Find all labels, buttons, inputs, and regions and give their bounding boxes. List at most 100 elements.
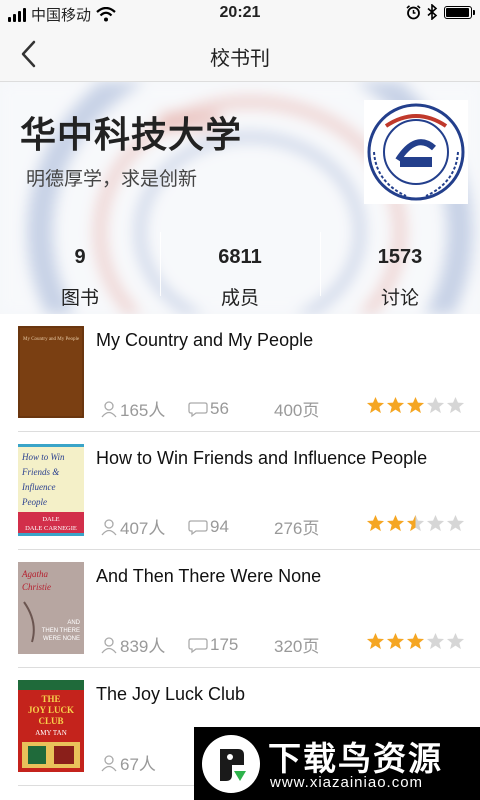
comment-icon	[188, 637, 208, 653]
svg-text:Christie: Christie	[22, 582, 51, 592]
university-emblem-icon	[364, 100, 468, 204]
watermark-logo-icon	[202, 735, 260, 793]
svg-text:Influence: Influence	[21, 482, 55, 492]
star-icon	[366, 396, 385, 414]
school-header: 华中科技大学 明德厚学，求是创新 9 图书 6811 成员 1573 讨论	[0, 82, 480, 314]
readers-value: 407人	[120, 519, 166, 538]
book-item[interactable]: How to Win Friends & Influence People DA…	[18, 432, 480, 550]
star-icon	[406, 514, 425, 532]
svg-text:DALE: DALE	[42, 516, 59, 523]
book-meta: 407人 94 276页	[100, 514, 366, 539]
readers-value: 67人	[120, 755, 156, 774]
cover-title: My Country and My People	[23, 337, 80, 342]
comments-count: 175	[188, 635, 274, 655]
comment-icon	[188, 519, 208, 535]
page-count: 276页	[274, 519, 320, 538]
readers-value: 839人	[120, 637, 166, 656]
book-title: The Joy Luck Club	[96, 684, 246, 704]
school-motto: 明德厚学，求是创新	[26, 169, 198, 190]
comments-value: 175	[210, 634, 239, 654]
svg-text:People: People	[21, 497, 47, 507]
star-icon	[366, 632, 385, 650]
star-icon	[406, 396, 425, 414]
page-count: 400页	[274, 401, 320, 420]
star-icon	[386, 632, 405, 650]
bluetooth-icon	[427, 4, 438, 20]
page-count: 320页	[274, 637, 320, 656]
comments-value: 94	[210, 516, 229, 536]
comments-value: 56	[210, 398, 229, 418]
book-cover-image: How to Win Friends & Influence People DA…	[18, 444, 84, 536]
star-icon	[406, 632, 425, 650]
cover-author: AMY TAN	[35, 729, 67, 737]
book-meta: 67人	[100, 750, 188, 775]
svg-text:CLUB: CLUB	[38, 716, 63, 726]
page-title: 校书刊	[210, 48, 270, 70]
battery-fill	[446, 7, 469, 17]
readers-count: 165人	[100, 396, 188, 421]
star-icon	[426, 514, 445, 532]
nav-bar: 校书刊	[0, 26, 480, 82]
svg-text:JOY LUCK: JOY LUCK	[28, 705, 74, 715]
book-item[interactable]: Agatha Christie AND THEN THERE WERE NONE…	[18, 550, 480, 668]
book-meta: 839人 175 320页	[100, 632, 366, 657]
book-item[interactable]: My Country and My People My Country and …	[18, 314, 480, 432]
stat-value: 6811	[218, 246, 262, 268]
readers-value: 165人	[120, 401, 166, 420]
book-cover-image: My Country and My People	[18, 326, 84, 418]
stat-books[interactable]: 9 图书	[0, 232, 160, 312]
book-title: My Country and My People	[96, 330, 314, 350]
comments-count: 56	[188, 399, 274, 419]
star-icon	[446, 632, 465, 650]
svg-text:Friends &: Friends &	[21, 467, 59, 477]
book-meta: 165人 56 400页	[100, 396, 366, 421]
book-list: My Country and My People My Country and …	[0, 314, 480, 786]
star-icon	[386, 514, 405, 532]
stat-label: 图书	[60, 288, 99, 309]
person-icon	[101, 636, 117, 653]
stat-label: 成员	[220, 288, 259, 309]
star-icon	[366, 514, 385, 532]
stats-row: 9 图书 6811 成员 1573 讨论	[0, 232, 480, 312]
person-icon	[101, 400, 117, 417]
watermark-title: 下载鸟资源	[268, 740, 443, 777]
stat-value: 1573	[377, 246, 423, 268]
readers-count: 407人	[100, 514, 188, 539]
alarm-icon	[406, 4, 421, 19]
stat-label: 讨论	[380, 288, 419, 309]
svg-text:THEN THERE: THEN THERE	[42, 628, 80, 634]
readers-count: 839人	[100, 632, 188, 657]
comments-count: 94	[188, 517, 274, 537]
book-cover-image: THE JOY LUCK CLUB AMY TAN	[18, 680, 84, 772]
comment-icon	[188, 401, 208, 417]
star-icon	[426, 632, 445, 650]
watermark-url: www.xiazainiao.com	[270, 774, 424, 791]
svg-text:Agatha: Agatha	[21, 569, 48, 579]
svg-text:WERE NONE: WERE NONE	[43, 636, 80, 642]
readers-count: 67人	[100, 750, 188, 775]
cover-author: DALE CARNEGIE	[25, 525, 77, 532]
person-icon	[101, 518, 117, 535]
school-name: 华中科技大学	[20, 114, 243, 155]
book-title: How to Win Friends and Influence People	[96, 448, 428, 468]
book-title: And Then There Were None	[96, 566, 322, 586]
rating-stars	[366, 514, 465, 533]
svg-text:How to Win: How to Win	[21, 452, 65, 462]
svg-text:AND: AND	[67, 620, 80, 626]
stat-discussions[interactable]: 1573 讨论	[320, 232, 480, 312]
rating-stars	[366, 396, 465, 415]
status-bar: 中国移动 20:21	[0, 0, 480, 26]
book-cover-image: Agatha Christie AND THEN THERE WERE NONE	[18, 562, 84, 654]
watermark-banner: 下载鸟资源 www.xiazainiao.com	[194, 727, 480, 800]
stat-value: 9	[74, 246, 86, 268]
svg-text:THE: THE	[41, 694, 60, 704]
star-icon	[446, 514, 465, 532]
star-icon	[446, 396, 465, 414]
battery-icon	[444, 5, 475, 19]
star-icon	[426, 396, 445, 414]
person-icon	[101, 754, 117, 771]
star-icon	[386, 396, 405, 414]
status-right	[406, 4, 475, 20]
rating-stars	[366, 632, 465, 651]
stat-members[interactable]: 6811 成员	[160, 232, 320, 312]
